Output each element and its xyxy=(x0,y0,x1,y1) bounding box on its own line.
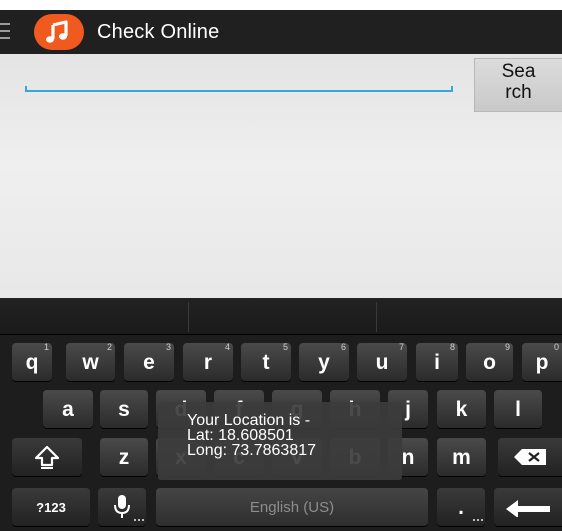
key-i[interactable]: 8i xyxy=(416,342,458,381)
key-label: n xyxy=(401,446,415,469)
period-key[interactable]: . xyxy=(437,488,485,526)
key-label: y xyxy=(318,351,330,374)
key-label: z xyxy=(118,446,130,469)
key-label: j xyxy=(405,398,411,421)
key-label: m xyxy=(452,446,471,469)
key-t[interactable]: 5t xyxy=(241,342,291,381)
microphone-icon xyxy=(114,495,130,518)
enter-key[interactable] xyxy=(494,488,562,526)
search-input[interactable] xyxy=(22,60,466,92)
suggestion-divider xyxy=(376,302,377,332)
suggestion-strip xyxy=(0,298,562,335)
key-hint: 9 xyxy=(504,342,510,352)
enter-arrow-icon xyxy=(506,500,550,518)
key-label: . xyxy=(458,496,464,519)
key-label: w xyxy=(82,351,99,374)
music-note-icon[interactable] xyxy=(34,14,84,50)
key-label: s xyxy=(118,398,130,421)
key-label: i xyxy=(434,351,440,374)
status-strip xyxy=(0,0,562,10)
key-hint: 4 xyxy=(224,342,230,352)
backspace-key[interactable] xyxy=(498,438,562,476)
space-key[interactable]: English (US) xyxy=(156,488,428,526)
key-label: ?123 xyxy=(36,500,66,515)
key-label: q xyxy=(25,351,39,374)
key-label: a xyxy=(62,398,74,421)
key-hint: 3 xyxy=(165,342,171,352)
soft-keyboard: 1q 2w 3e 4r 5t 6y 7u 8i 9o 0p a s d f g … xyxy=(0,298,562,531)
content-area: Sea rch xyxy=(0,54,562,298)
key-label: r xyxy=(203,351,213,374)
search-button-label-line2: rch xyxy=(505,82,532,103)
key-hint: 0 xyxy=(553,342,559,352)
key-hint: 5 xyxy=(282,342,288,352)
key-label: t xyxy=(262,351,270,374)
key-label: p xyxy=(535,351,549,374)
toast-line-1: Your Location is - xyxy=(187,412,311,429)
key-o[interactable]: 9o xyxy=(466,342,513,381)
key-hint: 1 xyxy=(43,342,49,352)
key-e[interactable]: 3e xyxy=(124,342,174,381)
key-z[interactable]: z xyxy=(100,438,148,476)
more-dots-icon xyxy=(134,519,144,523)
key-a[interactable]: a xyxy=(43,390,93,428)
toast-line-2: Lat: 18.608501 xyxy=(187,427,294,444)
key-q[interactable]: 1q xyxy=(12,342,52,381)
key-u[interactable]: 7u xyxy=(357,342,407,381)
key-label: e xyxy=(143,351,155,374)
suggestion-divider xyxy=(188,302,189,332)
search-button-label-line1: Sea xyxy=(501,61,536,82)
key-label: o xyxy=(483,351,496,374)
key-hint: 2 xyxy=(106,342,112,352)
location-toast: Your Location is - Lat: 18.608501 Long: … xyxy=(158,402,402,480)
key-label: k xyxy=(455,398,468,421)
key-s[interactable]: s xyxy=(100,390,148,428)
key-k[interactable]: k xyxy=(437,390,486,428)
screen: Check Online Sea rch 1q 2w 3e 4r 5t 6y 7… xyxy=(0,0,562,531)
more-dots-icon xyxy=(473,519,483,523)
key-l[interactable]: l xyxy=(494,390,542,428)
action-bar: Check Online xyxy=(0,10,562,54)
key-m[interactable]: m xyxy=(437,438,486,476)
toast-line-3: Long: 73.7863817 xyxy=(187,442,317,459)
search-button[interactable]: Sea rch xyxy=(474,58,562,112)
menu-icon[interactable] xyxy=(0,23,10,41)
key-y[interactable]: 6y xyxy=(299,342,349,381)
shift-arrow-icon xyxy=(34,445,60,469)
shift-key[interactable] xyxy=(12,438,82,476)
key-label: l xyxy=(515,398,521,421)
key-p[interactable]: 0p xyxy=(522,342,562,381)
symbols-key[interactable]: ?123 xyxy=(12,488,90,526)
key-label: u xyxy=(375,351,389,374)
key-label: English (US) xyxy=(249,499,335,516)
mic-key[interactable] xyxy=(98,488,146,526)
key-hint: 7 xyxy=(398,342,404,352)
backspace-icon xyxy=(514,449,546,465)
key-hint: 8 xyxy=(449,342,455,352)
app-title: Check Online xyxy=(97,21,220,43)
search-input-underline xyxy=(25,86,453,92)
key-r[interactable]: 4r xyxy=(183,342,233,381)
key-hint: 6 xyxy=(340,342,346,352)
key-w[interactable]: 2w xyxy=(66,342,115,381)
